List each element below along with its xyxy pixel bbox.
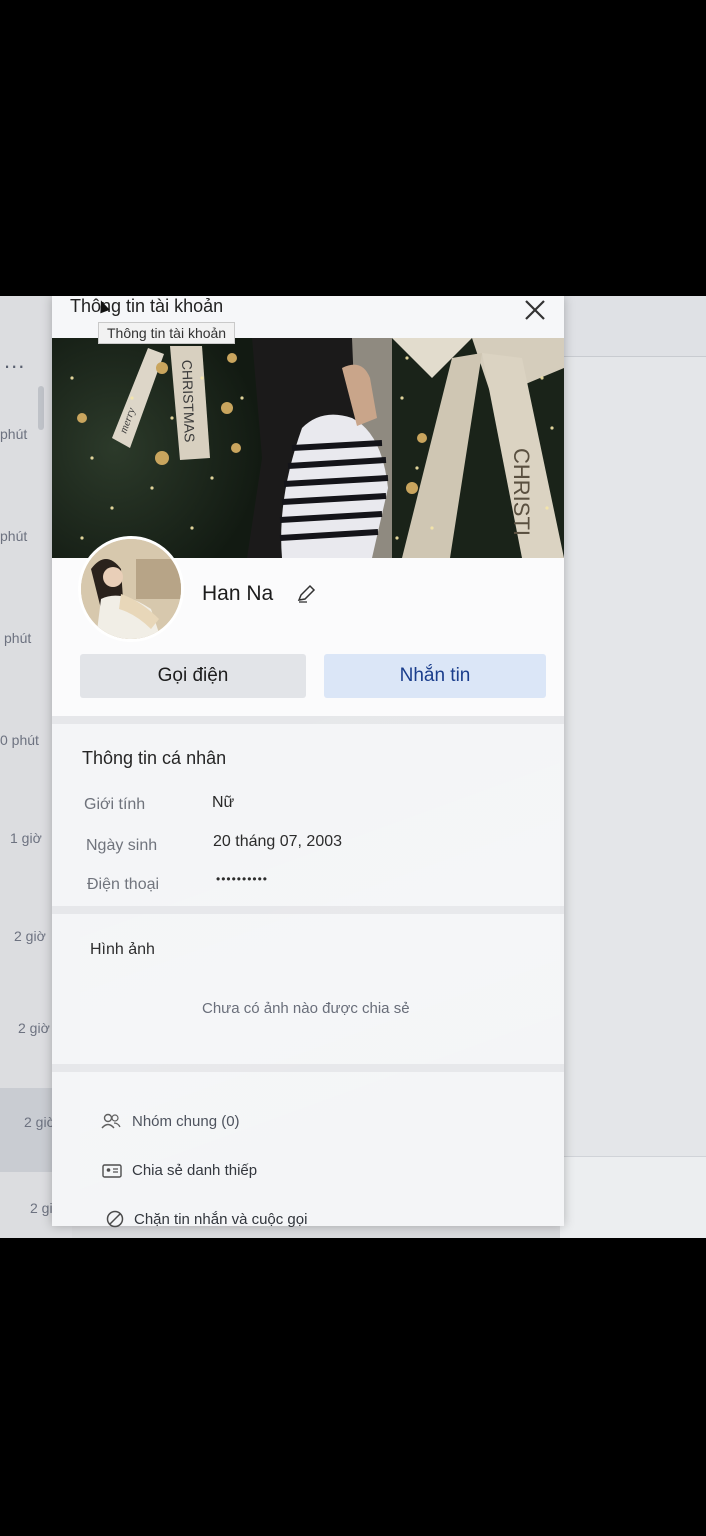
section-divider — [52, 716, 564, 724]
close-icon — [525, 300, 545, 320]
ribbon-text: CHRISTMAS — [179, 360, 198, 443]
chat-header — [560, 296, 706, 357]
cover-image: CHRISTMAS merry CHRISTI — [52, 338, 564, 558]
edit-name-button[interactable] — [294, 582, 318, 606]
profile-section: Han Na Gọi điện Nhắn tin — [52, 536, 564, 718]
block-item[interactable]: Chặn tin nhắn và cuộc gọi — [106, 1210, 307, 1228]
conversation-time: phút — [0, 528, 28, 544]
avatar[interactable] — [78, 536, 184, 642]
message-button[interactable]: Nhắn tin — [324, 654, 546, 698]
birthday-value: 20 tháng 07, 2003 — [213, 833, 343, 850]
call-button[interactable]: Gọi điện — [80, 654, 306, 698]
conversation-time: 0 phút — [0, 732, 39, 748]
share-card-item[interactable]: Chia sẻ danh thiếp — [102, 1162, 257, 1179]
block-label: Chặn tin nhắn và cuộc gọi — [134, 1210, 308, 1228]
gender-label: Giới tính — [84, 796, 146, 813]
pencil-icon — [297, 584, 316, 603]
photos-title: Hình ảnh — [90, 941, 155, 958]
conversation-time: 2 giờ — [24, 1114, 56, 1130]
cover-photo[interactable]: CHRISTMAS merry CHRISTI — [52, 338, 564, 558]
close-button[interactable] — [518, 296, 552, 326]
more-dots-icon[interactable]: ... — [4, 348, 25, 374]
conversation-time: 1 giờ — [10, 830, 42, 846]
common-groups-label: Nhóm chung (0) — [132, 1112, 240, 1130]
section-divider — [52, 906, 564, 914]
ribbon-text: CHRISTI — [509, 448, 534, 536]
avatar-image — [81, 539, 181, 639]
conversation-time: phút — [4, 630, 32, 646]
block-icon — [106, 1210, 124, 1228]
gender-value: Nữ — [212, 794, 235, 811]
users-icon — [101, 1113, 121, 1129]
contact-card-icon — [102, 1163, 122, 1178]
account-info-modal: Thông tin tài khoản CHRISTMAS merry CHRI… — [52, 296, 564, 1228]
photos-empty-text: Chưa có ảnh nào được chia sẻ — [202, 1000, 410, 1017]
personal-info-title: Thông tin cá nhân — [82, 748, 227, 768]
modal-title: Thông tin tài khoản — [70, 296, 224, 316]
conversation-time: 2 giờ — [18, 1020, 50, 1036]
profile-name: Han Na — [202, 582, 274, 605]
title-tooltip: Thông tin tài khoản — [98, 322, 236, 344]
birthday-label: Ngày sinh — [86, 837, 158, 854]
chat-background — [560, 296, 706, 1238]
chat-input-area[interactable] — [560, 1156, 706, 1238]
phone-value: •••••••••• — [216, 872, 269, 886]
conversation-time: phút — [0, 426, 28, 442]
section-divider — [52, 1064, 564, 1072]
common-groups-item[interactable]: Nhóm chung (0) — [100, 1112, 240, 1130]
share-card-label: Chia sẻ danh thiếp — [132, 1162, 258, 1179]
screen: ... phút phút phút 0 phút 1 giờ 2 giờ 2 … — [0, 296, 706, 1238]
phone-label: Điện thoại — [87, 876, 160, 893]
conversation-time: 2 giờ — [14, 928, 46, 944]
scrollbar[interactable] — [38, 386, 44, 430]
